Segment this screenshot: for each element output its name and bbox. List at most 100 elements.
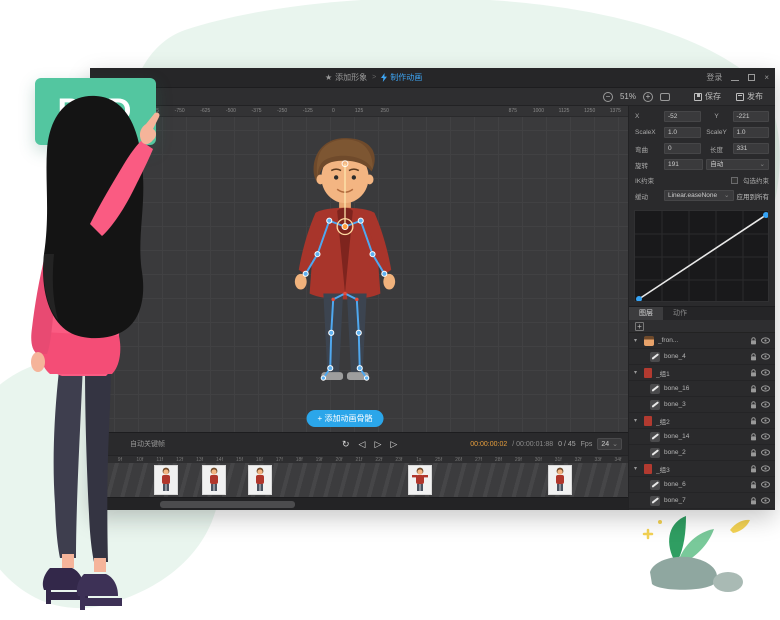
bone-icon — [650, 432, 660, 442]
tick-label: 19f — [309, 456, 329, 463]
tick-label: 30f — [528, 456, 548, 463]
restore-icon[interactable] — [748, 74, 755, 81]
eye-icon[interactable] — [761, 385, 770, 392]
keyframe-thumbnail[interactable] — [548, 465, 572, 495]
play-icon[interactable]: ▷ — [374, 439, 381, 450]
fps-label: Fps — [581, 441, 593, 448]
curve-handle-start[interactable] — [636, 296, 642, 302]
zoom-out-icon[interactable]: − — [603, 92, 613, 102]
eye-icon[interactable] — [761, 417, 770, 424]
rotate-input[interactable]: 191 — [664, 159, 703, 170]
layer-row[interactable]: bone_6 — [629, 477, 775, 493]
eye-icon[interactable] — [761, 481, 770, 488]
layer-row[interactable]: bone_4 — [629, 349, 775, 365]
caret-down-icon[interactable]: ▾ — [634, 417, 640, 424]
chevron-down-icon: ⌄ — [724, 191, 729, 200]
ik-checkbox[interactable] — [731, 177, 738, 184]
zoom-level: 51% — [620, 92, 636, 101]
tick-label: 33f — [588, 456, 608, 463]
fit-screen-icon[interactable] — [660, 93, 670, 101]
layer-row[interactable]: bone_3 — [629, 397, 775, 413]
lock-icon[interactable] — [750, 433, 757, 441]
caret-down-icon[interactable]: ▾ — [634, 337, 640, 344]
lock-icon[interactable] — [750, 497, 757, 505]
zoom-in-icon[interactable]: + — [643, 92, 653, 102]
tick-label: 28f — [488, 456, 508, 463]
x-input[interactable]: -52 — [664, 111, 701, 122]
tick-label: 1375 — [603, 106, 629, 116]
breadcrumb: ★ 添加形象 > 制作动画 — [325, 72, 422, 83]
step-make-animation[interactable]: 制作动画 — [381, 72, 422, 83]
eye-icon[interactable] — [761, 369, 770, 376]
lock-icon[interactable] — [750, 401, 757, 409]
curve-handle-end[interactable] — [763, 212, 769, 218]
add-layer-button[interactable]: + — [635, 322, 644, 331]
tick-label — [474, 106, 500, 116]
tick-label — [398, 106, 424, 116]
publish-button[interactable]: 发布 — [732, 89, 767, 104]
ease-select[interactable]: Linear.easeNone ⌄ — [664, 190, 734, 201]
group-thumb-icon — [644, 464, 652, 474]
scalex-input[interactable]: 1.0 — [664, 127, 701, 138]
lock-icon[interactable] — [750, 465, 757, 473]
character[interactable] — [286, 136, 404, 392]
lock-icon[interactable] — [750, 369, 757, 377]
eye-icon[interactable] — [761, 353, 770, 360]
eye-icon[interactable] — [761, 465, 770, 472]
lock-icon[interactable] — [750, 353, 757, 361]
length-input[interactable]: 331 — [733, 143, 770, 154]
bend-input[interactable]: 0 — [664, 143, 701, 154]
layer-row[interactable]: ▾ _组3 — [629, 461, 775, 477]
layer-row[interactable]: ▾ _fron... — [629, 333, 775, 349]
caret-down-icon[interactable]: ▾ — [634, 465, 640, 472]
layer-row[interactable]: ▾ _组1 — [629, 365, 775, 381]
lock-icon[interactable] — [750, 417, 757, 425]
close-icon[interactable]: × — [764, 73, 769, 82]
step-back-icon[interactable]: ◁ — [359, 439, 366, 450]
bone-icon — [650, 384, 660, 394]
mode-select[interactable]: 自动 ⌄ — [706, 159, 769, 170]
eye-icon[interactable] — [761, 449, 770, 456]
y-input[interactable]: -221 — [733, 111, 770, 122]
eye-icon[interactable] — [761, 337, 770, 344]
tick-label: -500 — [218, 106, 244, 116]
keyframe-thumbnail[interactable] — [248, 465, 272, 495]
layer-row[interactable]: bone_2 — [629, 445, 775, 461]
lock-icon[interactable] — [750, 385, 757, 393]
lock-icon[interactable] — [750, 337, 757, 345]
layer-row[interactable]: bone_7 — [629, 493, 775, 509]
scaley-input[interactable]: 1.0 — [733, 127, 770, 138]
caret-down-icon[interactable]: ▾ — [634, 369, 640, 376]
character-thumb-icon — [644, 336, 654, 346]
tick-label: 250 — [372, 106, 398, 116]
eye-icon[interactable] — [761, 401, 770, 408]
step-forward-icon[interactable]: ▷ — [390, 439, 397, 450]
transport-controls: ↻ ◁ ▷ ▷ — [342, 439, 397, 450]
keyframe-thumbnail[interactable] — [202, 465, 226, 495]
login-button[interactable]: 登录 — [706, 72, 722, 83]
layer-row[interactable]: ▾ _组2 — [629, 413, 775, 429]
fps-select[interactable]: 24 ⌄ — [597, 438, 622, 450]
tab-layers[interactable]: 图层 — [629, 307, 663, 320]
tick-label: 32f — [568, 456, 588, 463]
group-thumb-icon — [644, 416, 652, 426]
apply-all-button[interactable]: 应用到所有 — [737, 191, 770, 201]
layer-row[interactable]: bone_16 — [629, 381, 775, 397]
lock-icon[interactable] — [750, 481, 757, 489]
properties-panel: X -52 Y -221 ScaleX 1.0 ScaleY 1.0 弯曲 0 — [628, 106, 775, 510]
step-add-character[interactable]: ★ 添加形象 — [325, 72, 367, 83]
breadcrumb-separator: > — [372, 74, 376, 81]
eye-icon[interactable] — [761, 497, 770, 504]
minimize-icon[interactable] — [731, 80, 739, 81]
tab-actions[interactable]: 动作 — [663, 307, 697, 320]
woman-illustration — [0, 92, 202, 620]
add-bones-button[interactable]: + 添加动画骨骼 — [307, 410, 384, 427]
restart-icon[interactable]: ↻ — [342, 439, 350, 450]
keyframe-thumbnail[interactable] — [408, 465, 432, 495]
x-label: X — [635, 113, 661, 120]
layer-row[interactable]: bone_14 — [629, 429, 775, 445]
eye-icon[interactable] — [761, 433, 770, 440]
save-button[interactable]: 保存 — [690, 89, 725, 104]
lock-icon[interactable] — [750, 449, 757, 457]
easing-curve[interactable] — [634, 210, 769, 302]
